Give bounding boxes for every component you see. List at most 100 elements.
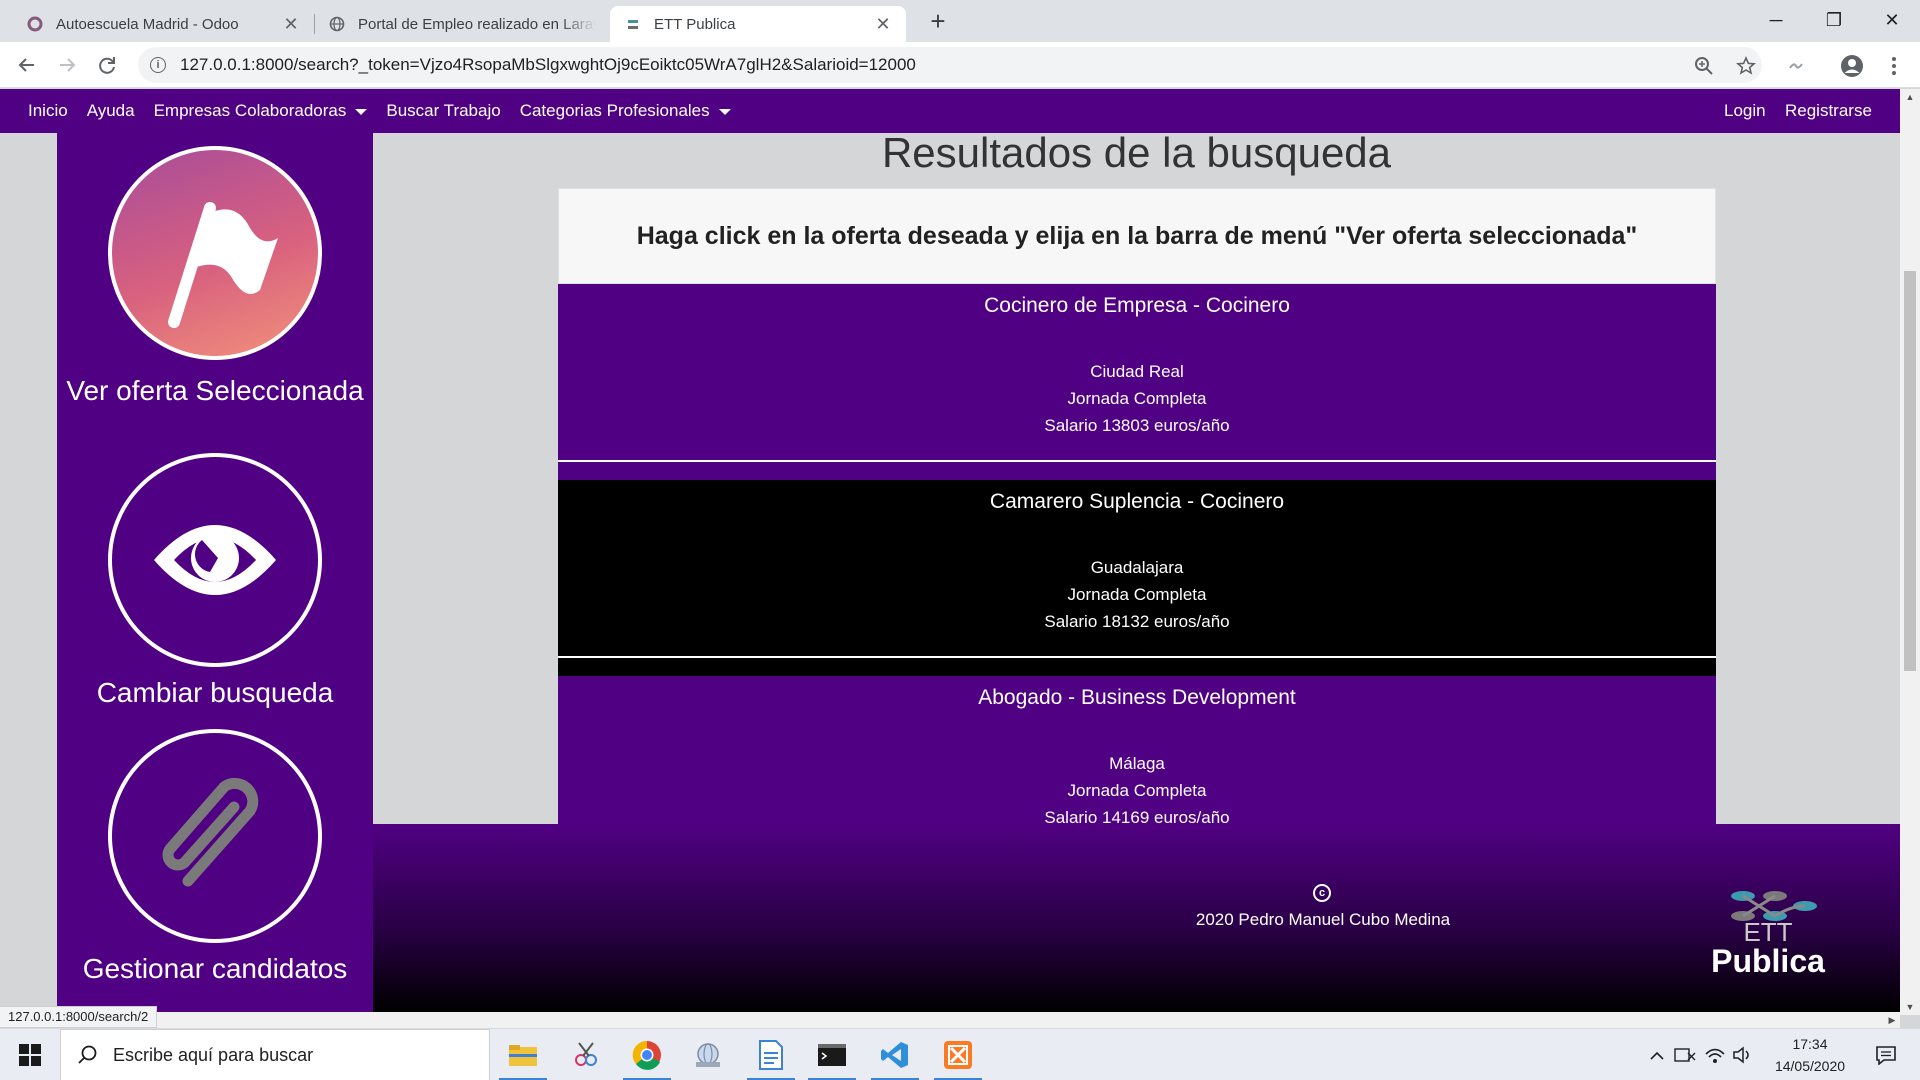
- chevron-up-icon[interactable]: [1645, 1029, 1669, 1080]
- status-url-bubble: 127.0.0.1:8000/search/2: [0, 1006, 158, 1028]
- offer-city: Guadalajara: [1090, 558, 1184, 577]
- nav-buscar-trabajo[interactable]: Buscar Trabajo: [386, 101, 500, 121]
- sidebar-item-label: Ver oferta Seleccionada: [66, 375, 364, 406]
- back-button[interactable]: [12, 50, 42, 80]
- close-window-button[interactable]: ✕: [1863, 0, 1920, 40]
- reload-button[interactable]: [92, 50, 122, 80]
- sidebar-item-ver-oferta[interactable]: Ver oferta Seleccionada: [57, 133, 373, 453]
- maximize-button[interactable]: ❐: [1805, 0, 1863, 40]
- results-instruction: Haga click en la oferta deseada y elija …: [558, 188, 1716, 284]
- browser-menu-icon[interactable]: [1882, 54, 1906, 78]
- clock-time: 17:34: [1792, 1036, 1828, 1052]
- results-panel: Haga click en la oferta deseada y elija …: [558, 188, 1716, 824]
- sidebar-item-gestionar-candidatos[interactable]: Gestionar candidatos: [57, 729, 373, 1012]
- site-navbar: Inicio Ayuda Empresas Colaboradoras Busc…: [0, 89, 1900, 133]
- new-tab-button[interactable]: +: [924, 8, 952, 36]
- windows-logo-icon: [19, 1044, 41, 1066]
- offer-divider: [558, 460, 1716, 480]
- xampp-icon[interactable]: [928, 1029, 988, 1080]
- site-footer: c 2020 Pedro Manuel Cubo Medina ETT Publ…: [373, 824, 1900, 1012]
- notifications-icon[interactable]: [1866, 1029, 1906, 1080]
- search-placeholder: Escribe aquí para buscar: [113, 1044, 314, 1065]
- keyboard-layout-icon[interactable]: [1672, 1029, 1698, 1080]
- paperclip-icon: [108, 729, 322, 943]
- offer-salary: Salario 13803 euros/año: [1044, 416, 1230, 435]
- vertical-scrollbar[interactable]: ▲ ▼: [1900, 89, 1920, 1015]
- tab-title: Portal de Empleo realizado en Laravel: [358, 15, 596, 33]
- ett-favicon: [624, 15, 642, 33]
- arrow-right-icon: [60, 58, 76, 72]
- zoom-icon[interactable]: [1692, 54, 1716, 78]
- nav-login[interactable]: Login: [1724, 89, 1766, 133]
- nav-label: Categorias Profesionales: [519, 101, 710, 120]
- tab-ett-publica[interactable]: ETT Publica ✕: [610, 6, 906, 42]
- chrome-icon[interactable]: [617, 1029, 677, 1080]
- taskbar-clock[interactable]: 17:34 14/05/2020: [1760, 1033, 1860, 1077]
- tab-close-icon[interactable]: ✕: [874, 14, 892, 35]
- address-bar[interactable]: i 127.0.0.1:8000/search?_token=Vjzo4Rsop…: [138, 47, 1762, 83]
- network-tool-icon[interactable]: [678, 1029, 738, 1080]
- logo-ett-text: ETT: [1743, 917, 1793, 947]
- offer-card[interactable]: Camarero Suplencia - Cocinero Guadalajar…: [558, 480, 1716, 656]
- page-title: Resultados de la busqueda: [881, 133, 1392, 176]
- offer-city: Málaga: [1109, 754, 1165, 773]
- url-text: 127.0.0.1:8000/search?_token=Vjzo4RsopaM…: [180, 55, 916, 74]
- flag-icon: [108, 146, 322, 360]
- wifi-icon[interactable]: [1702, 1029, 1728, 1080]
- offer-card[interactable]: Cocinero de Empresa - Cocinero Ciudad Re…: [558, 284, 1716, 460]
- scroll-thumb[interactable]: [1904, 271, 1916, 671]
- scroll-right-icon[interactable]: ▶: [1884, 1012, 1900, 1028]
- nav-label: Empresas Colaboradoras: [153, 101, 347, 120]
- profile-avatar-icon[interactable]: [1840, 54, 1864, 78]
- copyright-icon: c: [1313, 884, 1331, 902]
- nav-ayuda[interactable]: Ayuda: [87, 101, 135, 121]
- tab-title: ETT Publica: [654, 15, 736, 33]
- volume-icon[interactable]: [1730, 1029, 1756, 1080]
- vscode-icon[interactable]: [865, 1029, 925, 1080]
- minimize-button[interactable]: ─: [1747, 0, 1805, 40]
- windows-taskbar: Escribe aquí para buscar 17:34 14/05/202…: [0, 1028, 1920, 1080]
- start-button[interactable]: [0, 1029, 60, 1080]
- caret-down-icon: [718, 109, 731, 115]
- info-icon[interactable]: i: [150, 57, 166, 73]
- nav-label: Buscar Trabajo: [386, 101, 501, 120]
- scroll-down-icon[interactable]: ▼: [1900, 999, 1920, 1015]
- copyright-text: 2020 Pedro Manuel Cubo Medina: [1195, 910, 1451, 929]
- extension-icon[interactable]: [1784, 54, 1808, 78]
- offer-card[interactable]: Abogado - Business Development Málaga Jo…: [558, 676, 1716, 824]
- forward-button[interactable]: [52, 50, 82, 80]
- nav-categorias-profesionales[interactable]: Categorias Profesionales: [520, 101, 731, 121]
- offer-schedule: Jornada Completa: [1067, 781, 1207, 800]
- offer-title: Cocinero de Empresa - Cocinero: [984, 294, 1290, 317]
- main-content: Resultados de la busqueda Haga click en …: [373, 133, 1900, 824]
- nav-registrarse[interactable]: Registrarse: [1785, 89, 1872, 133]
- offer-title: Camarero Suplencia - Cocinero: [989, 490, 1285, 513]
- odoo-icon: [26, 15, 44, 33]
- tab-odoo[interactable]: Autoescuela Madrid - Odoo ✕: [12, 6, 314, 42]
- document-editor-icon[interactable]: [741, 1029, 801, 1080]
- reload-icon: [99, 57, 115, 74]
- tab-portal-empleo[interactable]: Portal de Empleo realizado en Laravel: [314, 6, 610, 42]
- logo-publica-text: Publica: [1711, 943, 1825, 979]
- eye-icon: [108, 453, 322, 667]
- sidebar-item-label: Gestionar candidatos: [82, 953, 348, 984]
- browser-toolbar: i 127.0.0.1:8000/search?_token=Vjzo4Rsop…: [0, 42, 1920, 88]
- clock-date: 14/05/2020: [1774, 1058, 1846, 1074]
- terminal-icon[interactable]: [802, 1029, 862, 1080]
- caret-down-icon: [355, 109, 368, 115]
- snipping-tool-icon[interactable]: [556, 1029, 616, 1080]
- taskbar-search-box[interactable]: Escribe aquí para buscar: [60, 1029, 490, 1080]
- sidebar-item-cambiar-busqueda[interactable]: Cambiar busqueda: [57, 453, 373, 723]
- sidebar: Ver oferta Seleccionada Cambiar busqueda…: [57, 133, 373, 1012]
- ett-publica-logo: ETT Publica: [1683, 884, 1853, 994]
- nav-label: Inicio: [28, 101, 68, 120]
- globe-icon: [328, 15, 346, 33]
- search-icon: [78, 1045, 97, 1064]
- file-explorer-icon[interactable]: [493, 1029, 553, 1080]
- bookmark-star-icon[interactable]: [1734, 54, 1758, 78]
- horizontal-scrollbar[interactable]: ▶: [0, 1012, 1900, 1028]
- nav-inicio[interactable]: Inicio: [28, 101, 68, 121]
- tab-close-icon[interactable]: ✕: [282, 14, 300, 35]
- nav-empresas-colaboradoras[interactable]: Empresas Colaboradoras: [154, 101, 368, 121]
- scroll-up-icon[interactable]: ▲: [1900, 89, 1920, 105]
